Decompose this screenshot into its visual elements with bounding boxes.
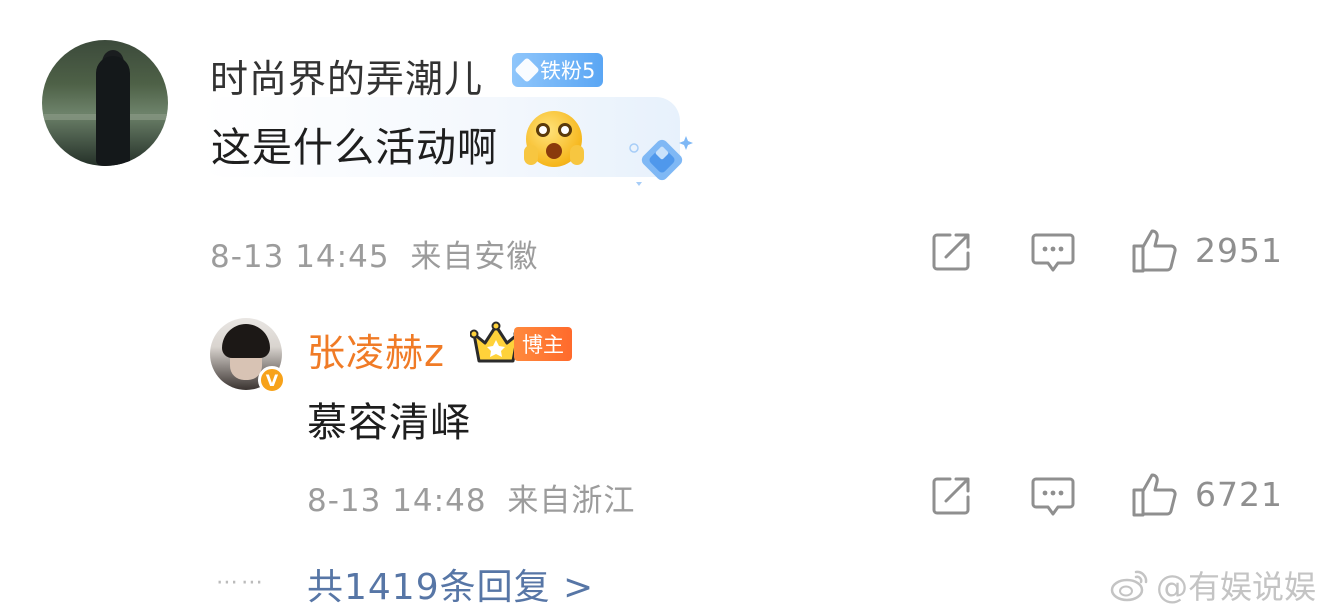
- more-replies-link[interactable]: 共1419条回复 >: [307, 558, 594, 610]
- reply-date: 8-13 14:48: [307, 483, 487, 519]
- thumbs-up-icon[interactable]: [1131, 226, 1179, 274]
- watermark-text: @有娱说娱: [1156, 568, 1317, 606]
- diamond-icon: [514, 57, 540, 83]
- fan-badge-label: 铁粉5: [540, 59, 596, 83]
- shocked-emoji-icon: [524, 111, 584, 167]
- diamond-icon: [629, 136, 693, 186]
- commenter-username[interactable]: 时尚界的弄潮儿: [210, 48, 483, 103]
- thread-dots: ⋯⋯: [216, 570, 266, 595]
- like-count: 6721: [1195, 475, 1283, 514]
- comment-location: 来自安徽: [410, 239, 539, 275]
- comment-text: 这是什么活动啊: [211, 125, 498, 171]
- comment-date: 8-13 14:45: [210, 239, 390, 275]
- reply-text: 慕容清峄: [307, 400, 471, 446]
- share-icon[interactable]: [930, 475, 972, 517]
- comment-meta: 8-13 14:45 来自安徽: [210, 231, 538, 276]
- reply-location: 来自浙江: [507, 483, 636, 519]
- commenter-avatar[interactable]: [42, 40, 168, 166]
- comment-icon[interactable]: [1031, 232, 1075, 274]
- verified-v-icon: V: [258, 366, 286, 394]
- like-count: 2951: [1195, 231, 1283, 270]
- watermark: @有娱说娱: [1110, 562, 1316, 608]
- weibo-logo-icon: [1110, 570, 1148, 602]
- replier-username[interactable]: 张凌赫z: [307, 322, 445, 377]
- comment-icon[interactable]: [1031, 476, 1075, 518]
- reply-meta: 8-13 14:48 来自浙江: [307, 475, 635, 520]
- blogger-badge: 博主: [514, 327, 572, 361]
- fan-level-badge: 铁粉5: [512, 53, 604, 87]
- thumbs-up-icon[interactable]: [1131, 470, 1179, 518]
- share-icon[interactable]: [930, 231, 972, 273]
